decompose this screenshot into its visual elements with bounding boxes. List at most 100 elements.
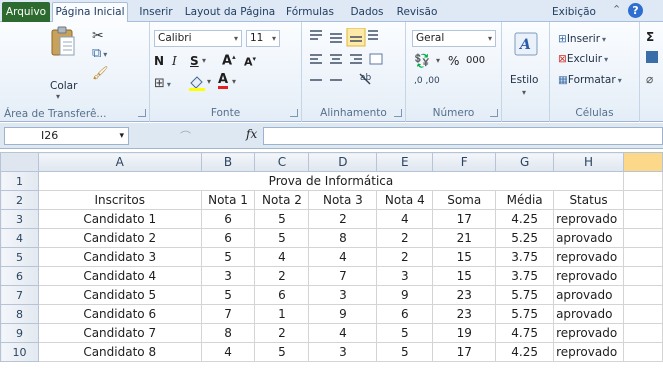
bold-button[interactable]: N xyxy=(154,54,164,68)
fill-icon[interactable] xyxy=(646,51,658,63)
cell-status[interactable]: reprovado xyxy=(553,266,625,286)
row-header[interactable]: 7 xyxy=(0,285,39,305)
cell-nota-2[interactable]: 6 xyxy=(254,285,310,305)
cell-nota-3[interactable]: 4 xyxy=(308,247,378,267)
cell-nota-3[interactable]: 2 xyxy=(308,209,378,229)
number-format-select[interactable]: Geral ▾ xyxy=(412,30,496,47)
cell-nota-1[interactable]: 6 xyxy=(200,228,256,248)
header-cell-nota-3[interactable]: Nota 3 xyxy=(308,190,378,210)
cell-nota-2[interactable]: 1 xyxy=(254,304,310,324)
cell-status[interactable]: reprovado xyxy=(553,209,625,229)
underline-dropdown-icon[interactable]: ▾ xyxy=(202,56,206,65)
tab-view[interactable]: Exibição xyxy=(546,3,602,22)
formula-bar-ellipsis-icon[interactable]: ⌒ xyxy=(180,128,191,144)
cell-inscrito[interactable]: Candidato 5 xyxy=(37,285,202,305)
format-cells-button[interactable]: ▦Formatar ▾ xyxy=(558,72,622,89)
help-icon[interactable]: ? xyxy=(628,3,643,18)
cell-media[interactable]: 5.75 xyxy=(495,285,555,305)
cell-nota-4[interactable]: 3 xyxy=(376,266,434,286)
cell-media[interactable]: 3.75 xyxy=(495,266,555,286)
column-header-g[interactable]: G xyxy=(495,152,555,172)
table-cell[interactable] xyxy=(623,304,663,324)
paste-button[interactable]: Colar xyxy=(50,78,77,94)
fill-color-dropdown-icon[interactable]: ▾ xyxy=(207,77,211,86)
currency-icon[interactable]: 💱 xyxy=(414,54,430,69)
column-header-e[interactable]: E xyxy=(376,152,434,172)
font-color-button[interactable]: A xyxy=(218,73,229,89)
cell-status[interactable]: reprovado xyxy=(553,247,625,267)
number-launcher-icon[interactable] xyxy=(490,109,498,117)
row-header[interactable]: 10 xyxy=(0,342,39,362)
tab-file[interactable]: Arquivo xyxy=(2,2,50,22)
cell-nota-4[interactable]: 2 xyxy=(376,247,434,267)
insert-cells-button[interactable]: ⊞Inserir ▾ xyxy=(558,31,606,48)
cell-inscrito[interactable]: Candidato 1 xyxy=(37,209,202,229)
tab-data[interactable]: Dados xyxy=(346,3,388,22)
column-header-c[interactable]: C xyxy=(254,152,310,172)
cell-nota-2[interactable]: 2 xyxy=(254,323,310,343)
table-cell[interactable] xyxy=(623,190,663,210)
grow-font-button[interactable]: A▴ xyxy=(222,53,236,68)
cell-nota-2[interactable]: 5 xyxy=(254,342,310,362)
header-cell-status[interactable]: Status xyxy=(553,190,625,210)
column-header-b[interactable]: B xyxy=(200,152,256,172)
cell-nota-2[interactable]: 5 xyxy=(254,209,310,229)
italic-button[interactable]: I xyxy=(172,54,177,68)
cell-nota-2[interactable]: 2 xyxy=(254,266,310,286)
cell-status[interactable]: reprovado xyxy=(553,342,625,362)
cell-nota-4[interactable]: 9 xyxy=(376,285,434,305)
borders-icon[interactable]: ⊞ ▾ xyxy=(154,76,171,91)
cell-soma[interactable]: 19 xyxy=(432,323,497,343)
cell-nota-2[interactable]: 5 xyxy=(254,228,310,248)
cell-nota-3[interactable]: 7 xyxy=(308,266,378,286)
tab-home[interactable]: Página Inicial xyxy=(52,2,128,22)
row-header[interactable]: 4 xyxy=(0,228,39,248)
header-cell-nota-2[interactable]: Nota 2 xyxy=(254,190,310,210)
format-painter-icon[interactable]: 🖌 xyxy=(92,66,109,81)
row-header[interactable]: 9 xyxy=(0,323,39,343)
tab-page-layout[interactable]: Layout da Página xyxy=(184,3,276,22)
cell-nota-1[interactable]: 5 xyxy=(200,285,256,305)
cell-status[interactable]: aprovado xyxy=(553,285,625,305)
minimize-ribbon-icon[interactable]: ⌃ xyxy=(612,3,621,16)
paste-dropdown-icon[interactable]: ▾ xyxy=(56,92,60,101)
cell-media[interactable]: 4.75 xyxy=(495,323,555,343)
header-cell-media[interactable]: Média xyxy=(495,190,555,210)
cell-status[interactable]: reprovado xyxy=(553,323,625,343)
copy-icon[interactable]: ⧉ ▾ xyxy=(92,46,107,61)
row-header[interactable]: 5 xyxy=(0,247,39,267)
header-cell-soma[interactable]: Soma xyxy=(432,190,497,210)
cell-nota-4[interactable]: 2 xyxy=(376,228,434,248)
cell-media[interactable]: 5.75 xyxy=(495,304,555,324)
cell-nota-3[interactable]: 8 xyxy=(308,228,378,248)
column-header-i[interactable] xyxy=(623,152,663,172)
cell-inscrito[interactable]: Candidato 6 xyxy=(37,304,202,324)
cell-soma[interactable]: 15 xyxy=(432,266,497,286)
formula-input[interactable] xyxy=(263,127,663,145)
thousands-button[interactable]: 000 xyxy=(466,55,485,66)
tab-formulas[interactable]: Fórmulas xyxy=(282,3,338,22)
paste-icon[interactable] xyxy=(49,26,77,58)
row-header[interactable]: 3 xyxy=(0,209,39,229)
cell-nota-4[interactable]: 4 xyxy=(376,209,434,229)
cell-inscrito[interactable]: Candidato 3 xyxy=(37,247,202,267)
row-header[interactable]: 1 xyxy=(0,171,39,191)
row-header[interactable]: 6 xyxy=(0,266,39,286)
table-cell[interactable] xyxy=(623,266,663,286)
cell-soma[interactable]: 23 xyxy=(432,285,497,305)
tab-review[interactable]: Revisão xyxy=(394,3,440,22)
font-name-select[interactable]: Calibri ▾ xyxy=(154,30,242,47)
cell-nota-1[interactable]: 8 xyxy=(200,323,256,343)
cell-soma[interactable]: 17 xyxy=(432,209,497,229)
column-header-a[interactable]: A xyxy=(37,152,202,172)
cell-soma[interactable]: 23 xyxy=(432,304,497,324)
underline-button[interactable]: S xyxy=(190,54,199,68)
cell-nota-4[interactable]: 5 xyxy=(376,342,434,362)
column-header-f[interactable]: F xyxy=(432,152,497,172)
tab-insert[interactable]: Inserir xyxy=(134,3,178,22)
table-cell[interactable] xyxy=(623,342,663,362)
percent-button[interactable]: % xyxy=(448,54,459,68)
decimal-buttons[interactable]: ,0 ,00 xyxy=(414,76,440,86)
select-all-corner[interactable] xyxy=(0,152,39,172)
styles-dropdown-icon[interactable]: ▾ xyxy=(522,88,526,97)
